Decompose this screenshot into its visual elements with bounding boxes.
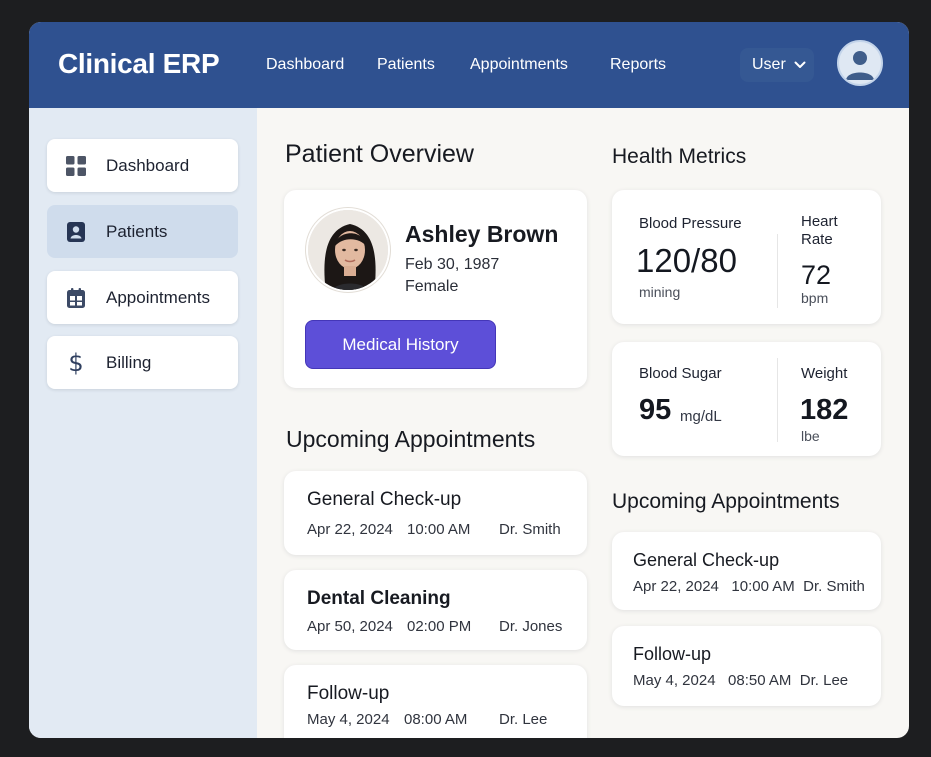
heart-rate-value: 72 [801, 260, 832, 290]
health-metrics-title: Health Metrics [612, 145, 747, 168]
heart-rate-label: Heart Rate [801, 213, 838, 248]
sidebar-item-appointments[interactable]: Appointments [47, 271, 238, 324]
appointment-title: General Check-up [633, 550, 780, 570]
patient-id-icon [65, 221, 87, 243]
appointment-time: 02:00 PM [407, 618, 472, 635]
blood-pressure-value: 120/80 [636, 242, 737, 279]
appointment-doctor: Dr. Jones [499, 618, 563, 635]
appointment-card[interactable]: Follow-up May 4, 2024 08:50 AM Dr. Lee [612, 626, 881, 706]
patient-gender: Female [405, 278, 459, 295]
blood-sugar-label: Blood Sugar [639, 365, 722, 382]
appointments-title: Upcoming Appointments [286, 426, 536, 452]
grid-icon [65, 155, 87, 177]
page-title: Patient Overview [285, 140, 474, 168]
appointment-details: May 4, 2024 08:50 AM Dr. Lee [633, 672, 849, 689]
appointment-doctor: Dr. Smith [499, 521, 561, 538]
appointment-date: Apr 50, 2024 [307, 618, 393, 635]
user-menu[interactable]: User [740, 48, 814, 82]
avatar[interactable] [837, 40, 883, 86]
user-avatar-icon [846, 51, 874, 80]
patient-dob: Feb 30, 1987 [405, 256, 500, 273]
appointment-time: 08:00 AM [404, 711, 468, 728]
appointment-title: Dental Cleaning [307, 588, 451, 609]
weight-value: 182 [800, 394, 849, 426]
appointment-card[interactable]: Dental Cleaning Apr 50, 2024 02:00 PM Dr… [284, 570, 587, 650]
appointment-time: 10:00 AM [407, 521, 471, 538]
calendar-icon [65, 287, 87, 309]
medical-history-button[interactable]: Medical History [305, 320, 496, 369]
divider [777, 234, 778, 308]
appointment-title: Follow-up [633, 644, 712, 664]
appointment-date: Apr 22, 2024 [307, 521, 393, 538]
nav-patients[interactable]: Patients [377, 56, 435, 74]
appointment-details: Apr 22, 2024 10:00 AM Dr. Smith [633, 578, 865, 595]
svg-text:$: $ [68, 350, 83, 376]
vitals-card: Blood Pressure 120/80 mining Heart Rate … [612, 190, 881, 324]
appointment-card[interactable]: Follow-up May 4, 2024 08:00 AM Dr. Lee [284, 665, 587, 738]
patient-card: Ashley Brown Feb 30, 1987 Female Medical… [284, 190, 587, 388]
blood-pressure-unit: mining [639, 284, 681, 300]
sidebar-item-patients[interactable]: Patients [47, 205, 238, 258]
nav-appointments[interactable]: Appointments [470, 56, 568, 74]
appointment-date: May 4, 2024 [307, 711, 390, 728]
divider [777, 358, 778, 442]
sidebar-item-label: Billing [106, 352, 152, 372]
sidebar-item-label: Appointments [106, 287, 210, 307]
metrics-card: Blood Sugar 95 mg/dL Weight 182 lbe [612, 342, 881, 456]
user-menu-label: User [752, 56, 786, 73]
patient-name: Ashley Brown [405, 221, 559, 247]
sidebar-item-billing[interactable]: $ Billing [47, 336, 238, 389]
appointment-title: Follow-up [307, 683, 390, 704]
weight-unit: lbe [801, 428, 820, 444]
nav-dashboard[interactable]: Dashboard [266, 56, 344, 74]
nav-reports[interactable]: Reports [610, 56, 666, 74]
app-title: Clinical ERP [58, 48, 220, 79]
app-window: Clinical ERP Dashboard Patients Appointm… [29, 22, 909, 738]
blood-sugar-value: 95 [639, 394, 672, 426]
patient-photo [306, 208, 390, 292]
sidebar-item-dashboard[interactable]: Dashboard [47, 139, 238, 192]
appointment-card[interactable]: General Check-up Apr 22, 2024 10:00 AM D… [284, 471, 587, 555]
blood-sugar-unit: mg/dL [680, 408, 722, 425]
heart-rate-unit: bpm [801, 290, 829, 306]
appointment-title: General Check-up [307, 489, 462, 510]
appointment-card[interactable]: General Check-up Apr 22, 2024 10:00 AM D… [612, 532, 881, 610]
chevron-down-icon [794, 61, 806, 68]
appointment-doctor: Dr. Lee [499, 711, 548, 728]
sidebar: Dashboard Patients Appointments $ Billin… [29, 108, 257, 738]
sidebar-item-label: Patients [106, 221, 168, 241]
dollar-icon: $ [65, 350, 87, 376]
side-appointments-title: Upcoming Appointments [612, 490, 840, 513]
sidebar-item-label: Dashboard [106, 155, 190, 175]
blood-pressure-label: Blood Pressure [639, 215, 742, 232]
top-navbar: Clinical ERP Dashboard Patients Appointm… [29, 22, 909, 108]
weight-label: Weight [801, 365, 848, 382]
